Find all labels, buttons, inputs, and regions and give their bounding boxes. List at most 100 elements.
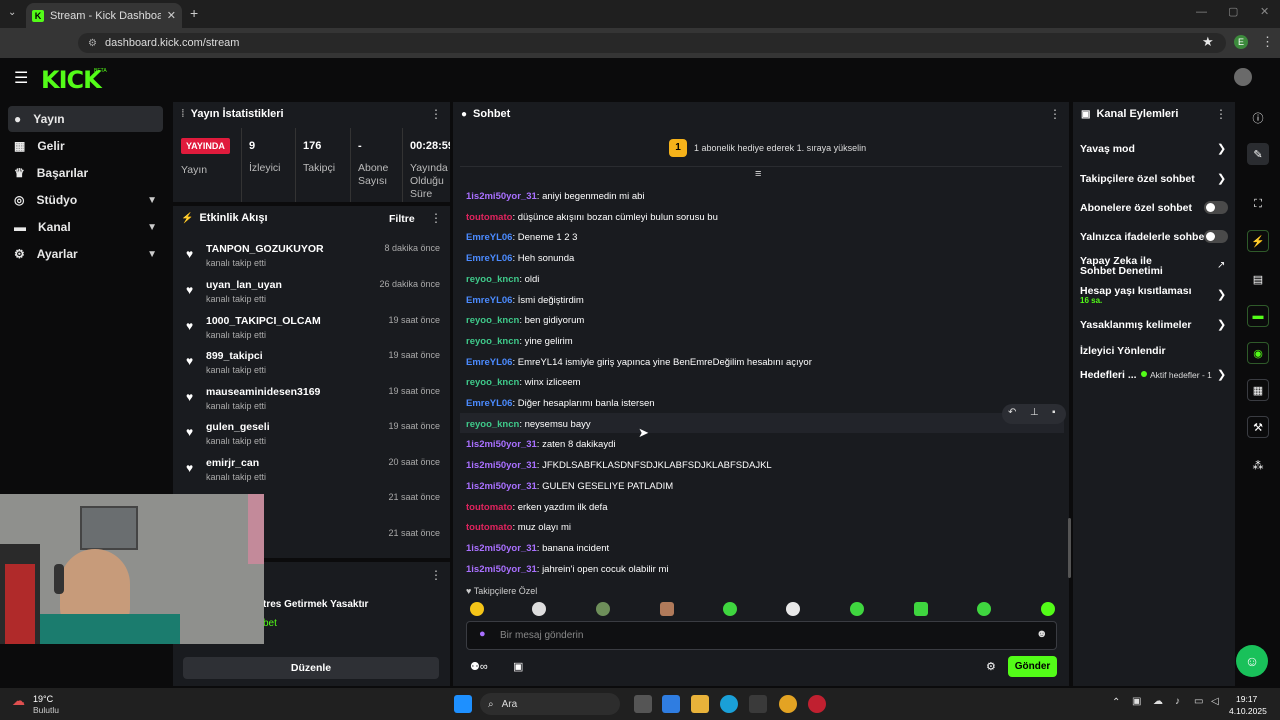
file-explorer-icon[interactable]: [691, 695, 709, 713]
delete-icon[interactable]: ▪: [1052, 407, 1056, 418]
chat-username[interactable]: 1is2mi50yor_31: [466, 564, 537, 575]
chat-username[interactable]: reyoo_kncn: [466, 377, 519, 388]
stats-menu-icon[interactable]: ⋮: [430, 107, 442, 121]
nav-ayarlar[interactable]: ⚙ Ayarlar ▼: [8, 241, 163, 267]
chevron-right-icon[interactable]: ❯: [1217, 318, 1226, 331]
lightning-icon[interactable]: ⚡: [1247, 230, 1269, 252]
multi-icon[interactable]: ⁂: [1247, 454, 1269, 476]
chat-username[interactable]: EmreYL06: [466, 253, 512, 264]
support-chat-icon[interactable]: ☺: [1236, 645, 1268, 677]
filter-button[interactable]: Filtre: [389, 213, 415, 225]
chat-message[interactable]: EmreYL06: İsmi değiştirdim: [466, 295, 584, 306]
chat-input[interactable]: ● Bir mesaj gönderin ☻: [466, 621, 1057, 650]
slow-mode-item[interactable]: Yavaş mod: [1080, 143, 1135, 155]
goals-item[interactable]: Hedefleri ...: [1080, 369, 1137, 381]
edit-button[interactable]: Düzenle: [183, 657, 439, 679]
browser-tab[interactable]: K Stream - Kick Dashboard ✕: [26, 3, 182, 28]
tray-cloud-icon[interactable]: ☁: [1153, 696, 1163, 707]
copilot-icon[interactable]: [662, 695, 680, 713]
chat-username[interactable]: toutomato: [466, 212, 512, 223]
app-icon[interactable]: [808, 695, 826, 713]
task-view-icon[interactable]: [634, 695, 652, 713]
chat-settings-icon[interactable]: ⚙: [986, 660, 996, 673]
chat-message[interactable]: reyoo_kncn: oldi: [466, 274, 539, 285]
chat-username[interactable]: reyoo_kncn: [466, 274, 519, 285]
emote-chat-toggle[interactable]: [1204, 230, 1228, 243]
emote-icon[interactable]: [660, 602, 674, 616]
chat-icon[interactable]: ▬: [1247, 305, 1269, 327]
clock-time[interactable]: 19:17: [1236, 694, 1257, 704]
tray-network-icon[interactable]: ▭: [1194, 696, 1203, 707]
gift-banner-text[interactable]: 1 abonelik hediye ederek 1. sıraya yükse…: [694, 143, 866, 153]
activity-user[interactable]: emirjr_can: [206, 457, 259, 469]
drag-handle-icon[interactable]: ⁞: [181, 108, 185, 120]
followers-chat-item[interactable]: Takipçilere özel sohbet: [1080, 173, 1195, 185]
emote-icon[interactable]: [977, 602, 991, 616]
chat-message[interactable]: toutomato: düşünce akışını bozan cümleyi…: [466, 212, 718, 223]
activity-user[interactable]: mauseaminidesen3169: [206, 386, 320, 398]
collapse-pin-icon[interactable]: ≡: [755, 168, 761, 180]
kick-logo[interactable]: KICK: [41, 66, 102, 94]
banned-words-item[interactable]: Yasaklanmış kelimeler: [1080, 319, 1192, 331]
chat-message[interactable]: reyoo_kncn: neysemsu bayy: [466, 419, 591, 430]
viewer-redirect-item[interactable]: İzleyici Yönlendir: [1080, 345, 1166, 357]
chat-username[interactable]: reyoo_kncn: [466, 315, 519, 326]
activity-user[interactable]: 899_takipci: [206, 350, 263, 362]
emote-icon[interactable]: [596, 602, 610, 616]
user-avatar[interactable]: [1234, 68, 1252, 86]
layout-icon[interactable]: ▦: [1247, 379, 1269, 401]
chevron-right-icon[interactable]: ❯: [1217, 142, 1226, 155]
activity-user[interactable]: uyan_lan_uyan: [206, 279, 282, 291]
browser-menu-icon[interactable]: ⋮: [1261, 34, 1274, 50]
chevron-right-icon[interactable]: ❯: [1217, 172, 1226, 185]
tray-mic-icon[interactable]: ♪: [1175, 696, 1180, 707]
nav-basarilar[interactable]: ♛ Başarılar: [8, 160, 163, 186]
chat-message[interactable]: reyoo_kncn: yine gelirim: [466, 336, 573, 347]
emote-icon[interactable]: [532, 602, 546, 616]
emote-icon[interactable]: [470, 602, 484, 616]
emote-icon[interactable]: [850, 602, 864, 616]
chat-username[interactable]: EmreYL06: [466, 398, 512, 409]
activity-menu-icon[interactable]: ⋮: [430, 211, 442, 225]
send-button[interactable]: Gönder: [1008, 656, 1057, 677]
shield-icon[interactable]: ⚉∞: [470, 660, 488, 673]
tray-app-icon[interactable]: ▣: [1132, 696, 1141, 707]
maximize-icon[interactable]: ▢: [1228, 5, 1238, 18]
subs-chat-toggle[interactable]: [1204, 201, 1228, 214]
new-tab-icon[interactable]: +: [190, 5, 198, 21]
broadcast-icon[interactable]: ◉: [1247, 342, 1269, 364]
chat-username[interactable]: EmreYL06: [466, 232, 512, 243]
close-window-icon[interactable]: ✕: [1260, 5, 1269, 18]
chat-message[interactable]: EmreYL06: Diğer hesaplarımı banla isters…: [466, 398, 655, 409]
chat-message[interactable]: EmreYL06: Heh sonunda: [466, 253, 574, 264]
chat-message[interactable]: 1is2mi50yor_31: GULEN GESELIYE PATLADIM: [466, 481, 673, 492]
chat-username[interactable]: 1is2mi50yor_31: [466, 460, 537, 471]
chat-username[interactable]: reyoo_kncn: [466, 419, 519, 430]
emote-icon[interactable]: [786, 602, 800, 616]
chat-username[interactable]: toutomato: [466, 502, 512, 513]
emote-icon[interactable]: [914, 602, 928, 616]
nav-yayin[interactable]: ● Yayın: [8, 106, 163, 132]
windows-start-icon[interactable]: [454, 695, 472, 713]
emote-icon[interactable]: [723, 602, 737, 616]
chat-username[interactable]: EmreYL06: [466, 295, 512, 306]
hamburger-icon[interactable]: ☰: [14, 68, 28, 88]
chrome-icon[interactable]: [779, 695, 797, 713]
pin-icon[interactable]: ⊥: [1030, 407, 1039, 418]
channel-actions-menu-icon[interactable]: ⋮: [1215, 107, 1227, 121]
close-tab-icon[interactable]: ✕: [167, 9, 176, 22]
profile-avatar[interactable]: E: [1234, 35, 1248, 49]
chat-username[interactable]: reyoo_kncn: [466, 336, 519, 347]
emoji-icon[interactable]: ☻: [1036, 628, 1048, 640]
activity-user[interactable]: TANPON_GOZUKUYOR: [206, 243, 324, 255]
chat-message[interactable]: toutomato: muz olayı mi: [466, 522, 571, 533]
chat-message[interactable]: EmreYL06: EmreYL14 ismiyle giriş yapınca…: [466, 357, 812, 368]
tab-list-icon[interactable]: ⌄: [8, 7, 16, 18]
chat-message[interactable]: 1is2mi50yor_31: zaten 8 dakikaydi: [466, 439, 615, 450]
nav-kanal[interactable]: ▬ Kanal ▼: [8, 214, 163, 240]
external-link-icon[interactable]: ↗: [1217, 260, 1225, 271]
store-icon[interactable]: ▣: [513, 660, 523, 673]
chat-message[interactable]: 1is2mi50yor_31: aniyi begenmedin mi abi: [466, 191, 645, 202]
edge-icon[interactable]: [720, 695, 738, 713]
chat-message[interactable]: 1is2mi50yor_31: JFKDLSABFKLASDNFSDJKLABF…: [466, 460, 772, 471]
